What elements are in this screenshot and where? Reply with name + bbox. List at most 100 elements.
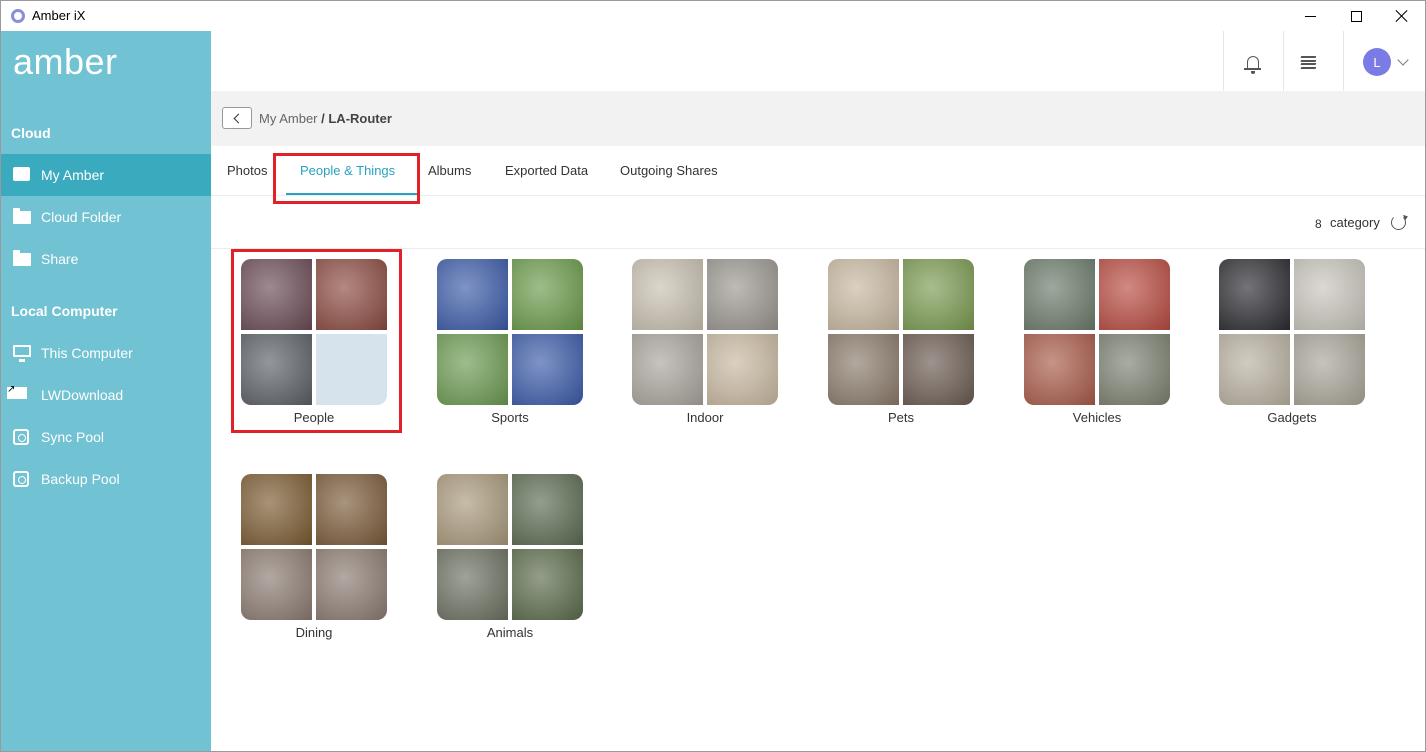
category-thumbnail (828, 334, 899, 405)
category-card-vehicles[interactable]: Vehicles (1024, 259, 1170, 425)
tab-albums[interactable]: Albums (428, 163, 471, 178)
section-title-cloud: Cloud (11, 125, 51, 141)
category-label: Sports (491, 410, 529, 425)
refresh-icon[interactable] (1391, 215, 1406, 230)
sidebar-item-label: My Amber (41, 167, 105, 183)
category-thumbnail (828, 259, 899, 330)
header-divider (1283, 31, 1284, 91)
category-thumbnail-mosaic[interactable] (437, 474, 583, 620)
sidebar-item-cloud-folder[interactable]: Cloud Folder (1, 196, 211, 238)
category-thumbnail (1099, 259, 1170, 330)
category-thumbnail-mosaic[interactable] (241, 474, 387, 620)
amber-logo: amber (13, 41, 118, 82)
category-thumbnail (632, 259, 703, 330)
category-thumbnail (1294, 259, 1365, 330)
breadcrumb-root[interactable]: My Amber (259, 111, 318, 126)
stack-icon (1300, 56, 1316, 68)
category-thumbnail (241, 474, 312, 545)
maximize-icon (1350, 10, 1362, 22)
category-card-gadgets[interactable]: Gadgets (1219, 259, 1365, 425)
category-thumbnail (1024, 259, 1095, 330)
category-card-dining[interactable]: Dining (241, 474, 387, 640)
category-thumbnail (437, 334, 508, 405)
category-thumbnail-mosaic[interactable] (437, 259, 583, 405)
highlight-box-people (231, 249, 402, 433)
sidebar-item-label: LWDownload (41, 387, 124, 403)
category-thumbnail-mosaic[interactable] (828, 259, 974, 405)
category-thumbnail (437, 259, 508, 330)
tasks-button[interactable] (1293, 47, 1323, 77)
category-thumbnail (316, 474, 387, 545)
tab-outgoing-shares[interactable]: Outgoing Shares (620, 163, 718, 178)
category-label: Dining (295, 625, 333, 640)
minimize-button[interactable] (1287, 1, 1333, 31)
category-card-animals[interactable]: Animals (437, 474, 583, 640)
category-thumbnail (512, 549, 583, 620)
sidebar-item-lwdownload[interactable]: LWDownload (1, 374, 211, 416)
category-label: Gadgets (1267, 410, 1317, 425)
app-window: Amber iX amber Cloud My Amber Cloud Fold… (0, 0, 1426, 752)
category-card-pets[interactable]: Pets (828, 259, 974, 425)
category-thumbnail (707, 334, 778, 405)
category-thumbnail-mosaic[interactable] (632, 259, 778, 405)
monitor-icon (13, 345, 31, 362)
sidebar-item-label: This Computer (41, 345, 133, 361)
back-button[interactable] (222, 107, 252, 129)
sidebar-item-my-amber[interactable]: My Amber (1, 154, 211, 196)
category-thumbnail (437, 474, 508, 545)
chevron-left-icon (233, 113, 244, 123)
category-thumbnail (1294, 334, 1365, 405)
category-label: Animals (486, 625, 534, 640)
category-thumbnail (903, 334, 974, 405)
tab-photos[interactable]: Photos (227, 163, 267, 178)
category-count: 8 (1315, 217, 1322, 231)
window-title: Amber iX (32, 8, 86, 23)
top-header: L (211, 31, 1425, 91)
category-thumbnail (512, 259, 583, 330)
header-divider (1343, 31, 1344, 91)
category-card-sports[interactable]: Sports (437, 259, 583, 425)
avatar[interactable]: L (1363, 48, 1391, 76)
minimize-icon (1304, 15, 1316, 17)
category-thumbnail (512, 474, 583, 545)
category-thumbnail (1024, 334, 1095, 405)
category-thumbnail-mosaic[interactable] (1219, 259, 1365, 405)
category-count-bar: 8 category (211, 197, 1425, 249)
title-bar: Amber iX (1, 1, 1425, 31)
section-title-local-computer: Local Computer (11, 303, 118, 319)
category-count-label: category (1330, 215, 1380, 230)
shortcut-icon (7, 384, 29, 403)
share-folder-icon (13, 250, 31, 267)
backup-pool-icon (13, 471, 31, 487)
breadcrumb-separator: / (317, 111, 329, 126)
category-label: Indoor (686, 410, 724, 425)
category-label: Pets (887, 410, 914, 425)
sidebar-item-share[interactable]: Share (1, 238, 211, 280)
notifications-button[interactable] (1238, 47, 1268, 77)
category-card-indoor[interactable]: Indoor (632, 259, 778, 425)
category-label: Vehicles (1072, 410, 1122, 425)
sidebar: amber Cloud My Amber Cloud Folder Share … (1, 31, 211, 751)
sidebar-item-sync-pool[interactable]: Sync Pool (1, 416, 211, 458)
breadcrumb-current: LA-Router (328, 111, 392, 126)
drive-icon (13, 167, 31, 183)
sidebar-item-this-computer[interactable]: This Computer (1, 332, 211, 374)
breadcrumb-bar: My Amber / LA-Router (211, 91, 1425, 146)
cloud-folder-icon (13, 208, 31, 225)
category-thumbnail (903, 259, 974, 330)
chevron-down-icon[interactable] (1397, 54, 1409, 66)
tab-exported-data[interactable]: Exported Data (505, 163, 588, 178)
category-thumbnail-mosaic[interactable] (1024, 259, 1170, 405)
category-thumbnail (1099, 334, 1170, 405)
category-thumbnail (241, 549, 312, 620)
sync-pool-icon (13, 429, 31, 445)
category-thumbnail (1219, 259, 1290, 330)
breadcrumb: My Amber / LA-Router (259, 111, 392, 126)
header-divider (1223, 31, 1224, 91)
category-thumbnail (512, 334, 583, 405)
close-button[interactable] (1379, 1, 1425, 31)
sidebar-item-backup-pool[interactable]: Backup Pool (1, 458, 211, 500)
maximize-button[interactable] (1333, 1, 1379, 31)
sidebar-item-label: Sync Pool (41, 429, 105, 445)
sidebar-item-label: Share (41, 251, 79, 267)
